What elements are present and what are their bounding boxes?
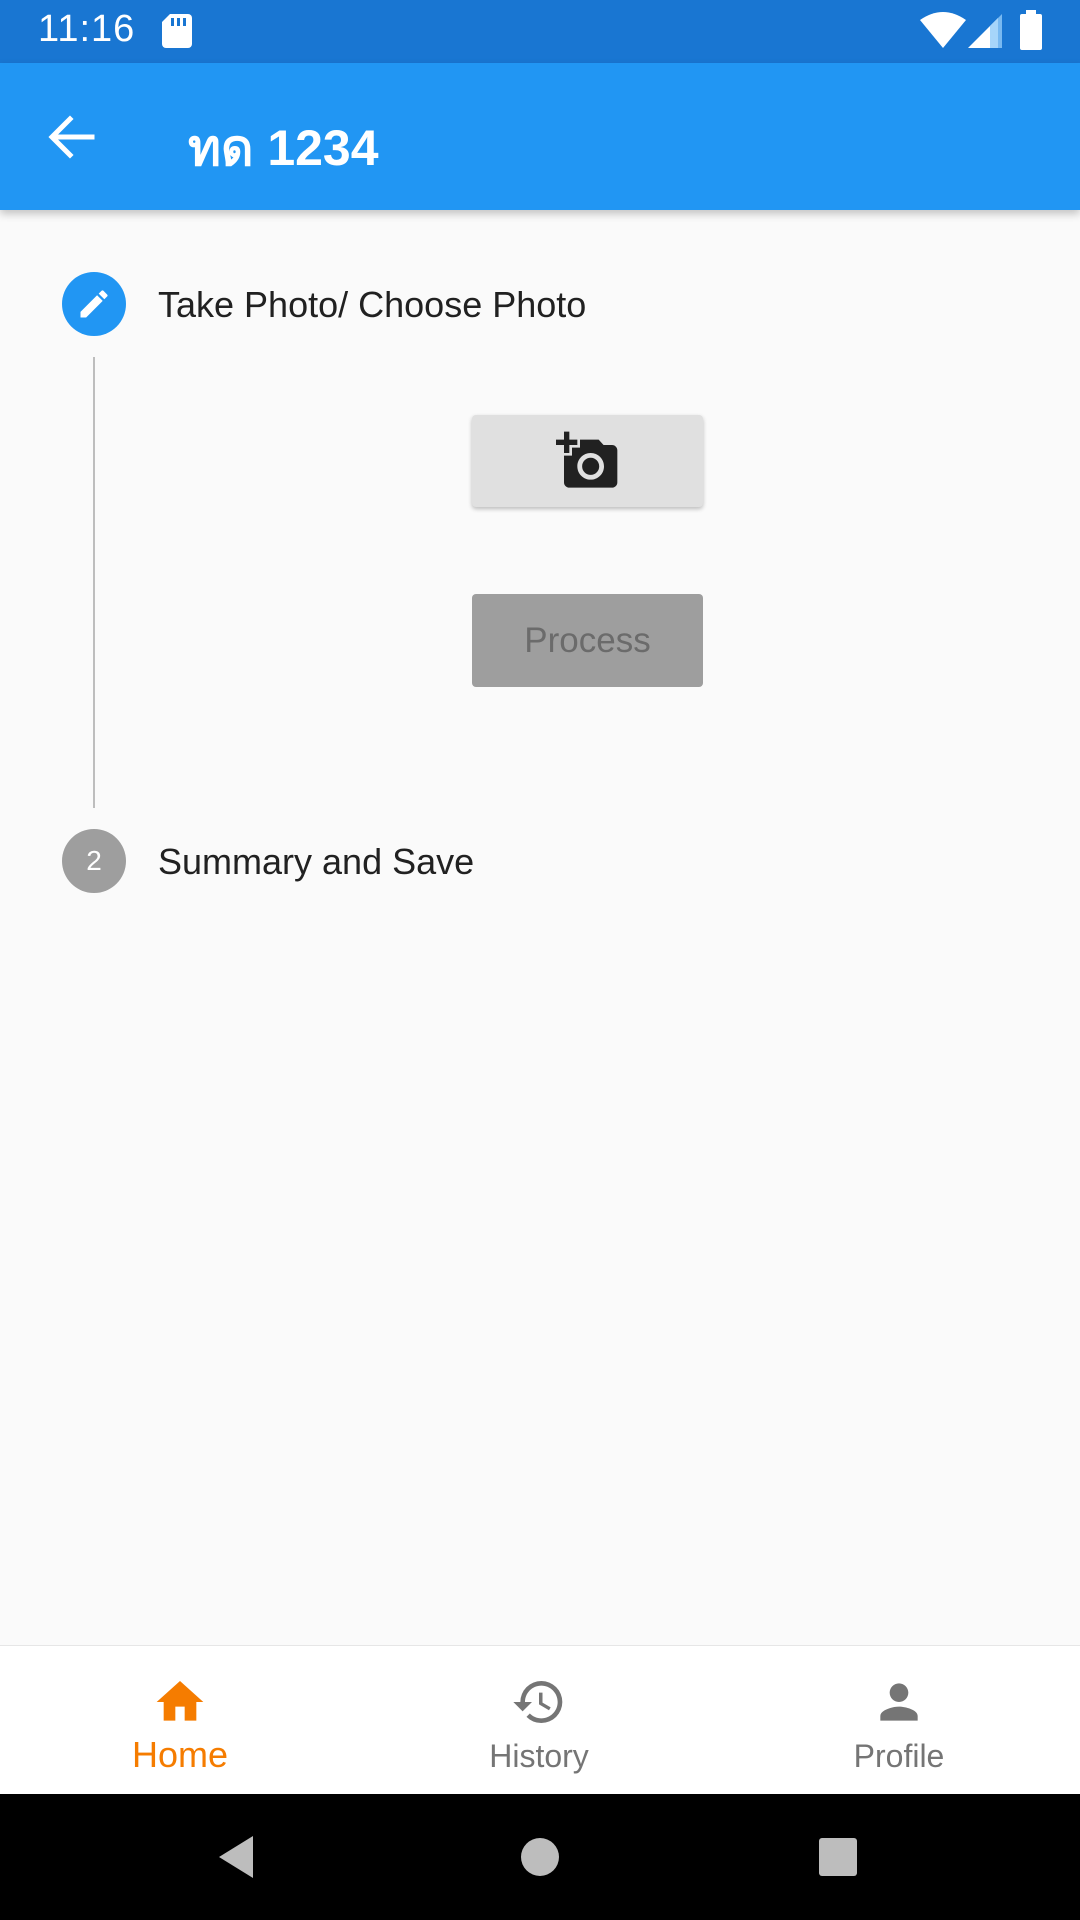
nav-label-profile: Profile — [853, 1738, 945, 1774]
home-icon — [156, 1681, 204, 1721]
step-2-indicator[interactable]: 2 — [62, 829, 126, 893]
person-icon — [880, 1683, 918, 1721]
status-bar: 11:16 — [0, 0, 1080, 63]
wifi-icon — [920, 12, 966, 48]
step-1-title[interactable]: Take Photo/ Choose Photo — [158, 284, 586, 326]
nav-label-history: History — [489, 1738, 589, 1774]
step-1-indicator[interactable] — [62, 272, 126, 336]
signal-icon — [968, 14, 1002, 48]
sd-card-icon — [162, 14, 192, 48]
nav-item-history[interactable]: History — [439, 1646, 639, 1795]
app-bar: ทด 1234 — [0, 63, 1080, 210]
history-icon — [513, 1681, 563, 1723]
bottom-navigation: Home History Profile — [0, 1645, 1080, 1795]
back-triangle-icon[interactable] — [213, 1832, 263, 1882]
process-button[interactable]: Process — [472, 594, 703, 687]
step-2-number: 2 — [86, 845, 102, 876]
nav-label-home: Home — [131, 1734, 229, 1775]
arrow-back-icon[interactable] — [40, 105, 104, 169]
step-connector-line — [93, 357, 95, 808]
add-a-photo-icon — [555, 431, 617, 488]
system-navigation-bar — [0, 1794, 1080, 1920]
page-title: ทด 1234 — [188, 120, 379, 176]
edit-pencil-icon — [80, 290, 108, 318]
battery-icon — [1020, 10, 1042, 50]
home-circle-icon[interactable] — [515, 1832, 565, 1882]
nav-item-home[interactable]: Home — [80, 1646, 280, 1795]
step-2-title[interactable]: Summary and Save — [158, 841, 474, 883]
recents-square-icon[interactable] — [813, 1832, 863, 1882]
add-photo-button[interactable] — [472, 415, 703, 507]
nav-item-profile[interactable]: Profile — [799, 1646, 999, 1795]
status-time: 11:16 — [38, 8, 136, 50]
